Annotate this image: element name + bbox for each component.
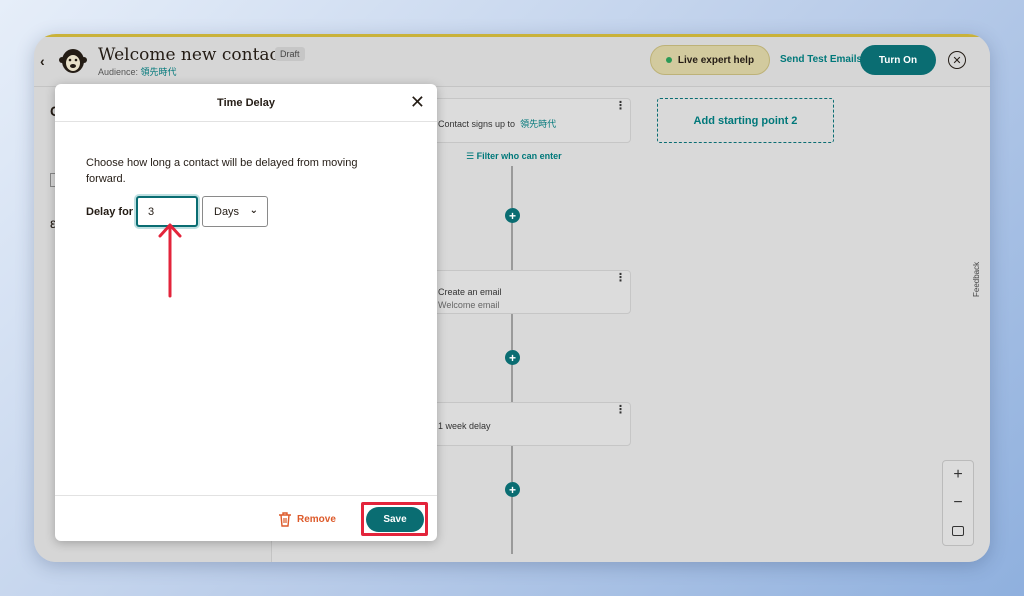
chevron-down-icon: ⌄ <box>249 205 258 216</box>
trash-icon <box>279 512 291 527</box>
modal-footer-divider <box>55 495 437 496</box>
connector-line <box>511 496 513 554</box>
feedback-tab[interactable]: Feedback <box>972 262 981 297</box>
zoom-in-icon[interactable]: + <box>943 461 973 489</box>
mailchimp-logo-icon <box>59 49 87 73</box>
zoom-out-icon[interactable]: − <box>943 489 973 517</box>
step-subtitle: Welcome email <box>438 300 500 310</box>
save-button[interactable]: Save <box>366 507 424 532</box>
add-starting-point-button[interactable]: Add starting point 2 <box>657 98 834 143</box>
modal-title: Time Delay <box>217 97 275 109</box>
connector-line <box>511 166 513 208</box>
step-title: Create an email <box>438 287 502 297</box>
add-step-plus-icon[interactable]: + <box>505 350 520 365</box>
modal-header: Time Delay ✕ <box>55 84 437 122</box>
connector-line <box>511 314 513 350</box>
remove-button[interactable]: Remove <box>278 512 336 527</box>
email-step-card[interactable]: ⋮ Create an email Welcome email <box>431 270 631 314</box>
expert-help-label: Live expert help <box>677 54 755 66</box>
more-vertical-icon[interactable]: ⋮ <box>615 101 626 112</box>
send-test-emails-link[interactable]: Send Test Emails <box>780 54 862 65</box>
delay-for-label: Delay for <box>86 206 134 218</box>
add-step-plus-icon[interactable]: + <box>505 482 520 497</box>
close-icon[interactable]: ✕ <box>410 92 425 113</box>
trigger-audience[interactable]: 領先時代 <box>520 119 556 129</box>
fit-view-icon[interactable] <box>952 526 964 536</box>
live-expert-help-button[interactable]: Live expert help <box>650 45 770 75</box>
close-icon[interactable]: ✕ <box>948 51 966 69</box>
audience-name[interactable]: 領先時代 <box>141 67 177 77</box>
trigger-text: Contact signs up to <box>438 119 516 129</box>
connector-line <box>511 364 513 402</box>
add-step-plus-icon[interactable]: + <box>505 208 520 223</box>
filter-link[interactable]: ☰ Filter who can enter <box>466 151 562 162</box>
connector-line <box>511 446 513 482</box>
step-title: 1 week delay <box>438 421 491 431</box>
audience-label: Audience: <box>98 67 139 77</box>
connector-line <box>511 222 513 270</box>
delay-step-card[interactable]: ⋮ 1 week delay <box>431 402 631 446</box>
delay-unit-select[interactable]: Days ⌄ <box>202 196 268 227</box>
remove-label: Remove <box>297 514 336 525</box>
audience-info: Audience: 領先時代 <box>98 65 177 78</box>
status-badge: Draft <box>275 47 305 61</box>
online-dot-icon <box>665 57 672 63</box>
filter-label: Filter who can enter <box>476 151 562 161</box>
more-vertical-icon[interactable]: ⋮ <box>615 405 626 416</box>
trigger-card[interactable]: ⋮ Contact signs up to 領先時代 <box>431 98 631 143</box>
zoom-controls: + − <box>942 460 974 546</box>
turn-on-button[interactable]: Turn On <box>860 45 936 75</box>
time-delay-modal: Time Delay ✕ Choose how long a contact w… <box>55 84 437 541</box>
page-title[interactable]: Welcome new contacts <box>98 45 295 65</box>
annotation-arrow-icon <box>158 223 182 298</box>
top-header: ‹ Welcome new contacts Draft Audience: 領… <box>34 37 990 87</box>
modal-description: Choose how long a contact will be delaye… <box>86 157 358 185</box>
delay-unit-value: Days <box>214 205 240 218</box>
back-chevron-icon[interactable]: ‹ <box>40 53 45 69</box>
more-vertical-icon[interactable]: ⋮ <box>615 273 626 284</box>
